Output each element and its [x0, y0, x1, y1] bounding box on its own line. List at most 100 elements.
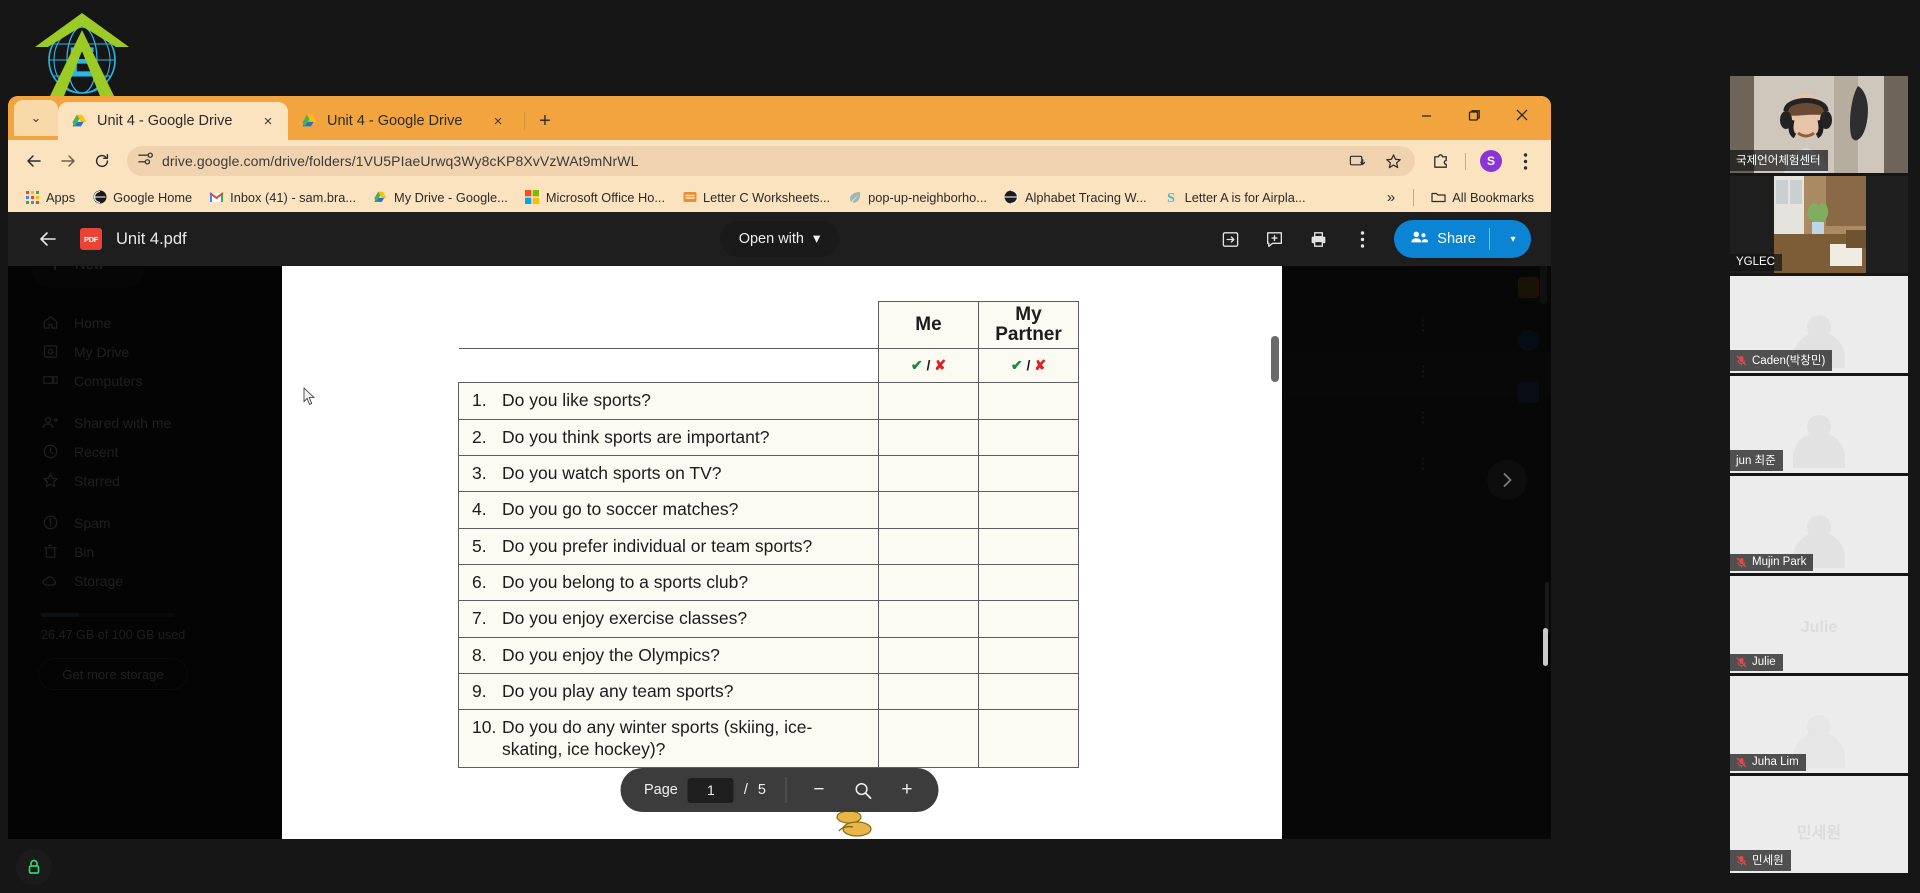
google-drive-icon: [71, 113, 88, 130]
page-number-input[interactable]: 1: [687, 777, 734, 803]
browser-tab-2[interactable]: Unit 4 - Google Drive ×: [288, 102, 518, 140]
participant-name: YGLEC: [1736, 256, 1775, 268]
answer-me-cell: [878, 527, 979, 565]
table-marks-row: ✔ / ✘ ✔ / ✘: [458, 348, 1079, 384]
pdf-scrollbar-thumb[interactable]: [1271, 336, 1279, 382]
browser-tab-1[interactable]: Unit 4 - Google Drive ×: [58, 102, 288, 140]
open-with-label: Open with: [738, 231, 805, 247]
bookmark-letter-a-airplane[interactable]: S Letter A is for Airpla...: [1157, 188, 1313, 207]
tune-icon[interactable]: [137, 150, 154, 172]
participant-tile[interactable]: Juha Lim: [1730, 676, 1908, 773]
question-text: Do you enjoy exercise classes?: [502, 608, 748, 629]
new-tab-button[interactable]: +: [531, 107, 559, 135]
close-icon[interactable]: ×: [489, 113, 507, 130]
reload-icon[interactable]: [86, 145, 118, 177]
tab-search-button[interactable]: ⌄: [14, 100, 58, 136]
answer-partner-cell: [978, 491, 1079, 529]
answer-partner-cell: [978, 672, 1079, 711]
bookmark-microsoft-office[interactable]: Microsoft Office Ho...: [518, 188, 672, 207]
tab-divider: [524, 112, 525, 130]
maximize-icon[interactable]: [1451, 98, 1497, 132]
bookmark-inbox[interactable]: Inbox (41) - sam.bra...: [202, 188, 363, 207]
table-row: 6. Do you belong to a sports club?: [458, 563, 1079, 602]
orange-page-icon: [682, 190, 697, 205]
page-separator: /: [743, 782, 748, 798]
header-blank-cell: [458, 301, 879, 350]
bookmark-alphabet-tracing[interactable]: Alphabet Tracing W...: [997, 188, 1154, 207]
star-icon[interactable]: [1377, 145, 1409, 177]
bookmark-label: Letter A is for Airpla...: [1184, 189, 1306, 205]
pdf-left-scrim: [8, 266, 282, 839]
participant-name-badge: Julie: [1730, 654, 1783, 671]
svg-text:S: S: [1167, 191, 1175, 204]
bookmark-letter-c-worksheets[interactable]: Letter C Worksheets...: [675, 188, 837, 207]
pdf-right-scrim: [1282, 266, 1551, 839]
install-app-icon[interactable]: [1341, 145, 1373, 177]
participant-tile[interactable]: YGLEC: [1730, 176, 1908, 273]
back-icon[interactable]: [18, 145, 50, 177]
print-icon[interactable]: [1300, 221, 1336, 257]
add-to-drive-icon[interactable]: [1212, 221, 1248, 257]
bookmark-popup-neighborhood[interactable]: pop-up-neighborho...: [840, 188, 994, 207]
puzzle-icon[interactable]: [1424, 145, 1456, 177]
question-cell: 10. Do you do any winter sports (skiing, …: [458, 709, 879, 769]
pdf-file-type-badge: PDF: [80, 228, 102, 250]
participant-tile-active-speaker[interactable]: jun 최준: [1730, 376, 1908, 473]
marks-me: ✔ / ✘: [878, 348, 979, 384]
browser-toolbar: drive.google.com/drive/folders/1VU5PIaeU…: [8, 140, 1551, 182]
all-bookmarks-button[interactable]: All Bookmarks: [1424, 188, 1541, 207]
magnifier-icon[interactable]: [843, 770, 883, 810]
window-scrollbar-thumb[interactable]: [1543, 628, 1548, 666]
bookmark-apps[interactable]: Apps: [18, 188, 82, 207]
answer-partner-cell: [978, 709, 1079, 769]
answer-me-cell: [878, 636, 979, 675]
pdf-page-canvas: Me My Partner ✔ / ✘ ✔ / ✘ 1. Do you like…: [282, 266, 1282, 839]
participant-name: Caden(박창민): [1752, 355, 1826, 367]
question-number: 6.: [472, 571, 487, 592]
answer-partner-cell: [978, 418, 1079, 456]
table-row: 4. Do you go to soccer matches?: [458, 491, 1079, 529]
bookmarks-overflow-button[interactable]: »: [1379, 187, 1403, 208]
google-drive-icon: [301, 113, 318, 130]
table-row: 3. Do you watch sports on TV?: [458, 454, 1079, 493]
url-text: drive.google.com/drive/folders/1VU5PIaeU…: [162, 153, 639, 169]
add-comment-icon[interactable]: [1256, 221, 1292, 257]
zoom-in-button[interactable]: +: [887, 770, 927, 810]
participant-watermark: 민세원: [1796, 824, 1842, 842]
zoom-out-button[interactable]: −: [799, 770, 839, 810]
bookmark-label: Microsoft Office Ho...: [545, 189, 666, 205]
header-my-partner-line1: My: [1015, 304, 1042, 325]
participant-tile[interactable]: Mujin Park: [1730, 476, 1908, 573]
minimize-icon[interactable]: [1403, 98, 1449, 132]
question-cell: 4. Do you go to soccer matches?: [458, 491, 879, 529]
answer-me-cell: [878, 454, 979, 493]
more-actions-icon[interactable]: [1344, 221, 1380, 257]
globe-icon: [1004, 190, 1019, 205]
chevron-down-icon[interactable]: ▾: [1499, 234, 1527, 245]
green-lock-icon[interactable]: [16, 849, 52, 885]
participant-name: Juha Lim: [1752, 756, 1799, 768]
share-button[interactable]: Share ▾: [1394, 220, 1531, 258]
close-icon[interactable]: [1499, 98, 1545, 132]
participant-name-badge: jun 최준: [1730, 450, 1783, 471]
participant-tile[interactable]: 민세원 민세원: [1730, 776, 1908, 873]
avatar[interactable]: S: [1475, 145, 1507, 177]
forward-icon[interactable]: [52, 145, 84, 177]
participant-tile[interactable]: 국제언어체험센터: [1730, 76, 1908, 173]
close-icon[interactable]: ×: [259, 113, 277, 130]
participant-tile[interactable]: Caden(박창민): [1730, 276, 1908, 373]
open-with-button[interactable]: Open with ▾: [719, 221, 840, 257]
worksheet-table: Me My Partner ✔ / ✘ ✔ / ✘ 1. Do you like…: [458, 300, 1079, 769]
answer-me-cell: [878, 491, 979, 529]
table-row: 10. Do you do any winter sports (skiing, …: [458, 709, 1079, 769]
bookmark-my-drive[interactable]: My Drive - Google...: [366, 188, 515, 207]
bookmark-google-home[interactable]: Google Home: [85, 188, 199, 207]
participant-tile[interactable]: Julie Julie: [1730, 576, 1908, 673]
tab-title: Unit 4 - Google Drive: [327, 113, 463, 129]
three-dot-menu-icon[interactable]: [1509, 145, 1541, 177]
arrow-back-icon[interactable]: [35, 226, 61, 252]
question-cell: 3. Do you watch sports on TV?: [458, 454, 879, 493]
address-bar[interactable]: drive.google.com/drive/folders/1VU5PIaeU…: [127, 146, 1415, 176]
participant-name-badge: 국제언어체험센터: [1730, 150, 1828, 171]
folder-icon: [1431, 190, 1446, 205]
